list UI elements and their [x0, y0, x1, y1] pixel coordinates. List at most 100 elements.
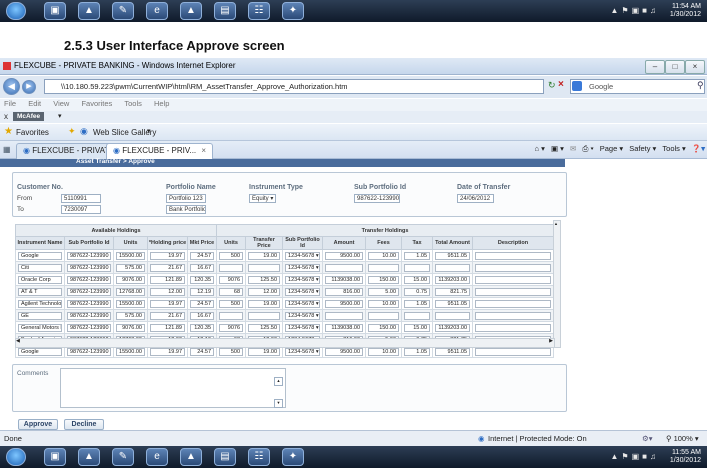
transfer-cell-input[interactable]	[475, 287, 552, 296]
print-dropdown-icon[interactable]: ▾	[590, 144, 593, 153]
transfer-cell-input[interactable]: 68	[219, 287, 244, 296]
transfer-cell-input[interactable]	[219, 263, 244, 272]
chart-app-icon[interactable]: ▲	[78, 2, 100, 20]
document-app-icon[interactable]: ☷	[248, 448, 270, 466]
add-favorite-icon[interactable]: ✦	[68, 126, 76, 137]
transfer-cell-input[interactable]: 19.00	[248, 299, 281, 308]
transfer-cell-input[interactable]: 10.00	[368, 251, 400, 260]
transfer-cell-input[interactable]: 1139038.00	[325, 275, 364, 284]
sub-portfolio-cell-select[interactable]: 1234-5678	[285, 323, 321, 332]
tab-flexcube-2[interactable]: ◉ FLEXCUBE - PRIV... ×	[106, 143, 214, 159]
sub-portfolio-cell-select[interactable]: 1234-5678	[285, 347, 321, 356]
menu-edit[interactable]: Edit	[28, 99, 41, 108]
paint-app-icon[interactable]: ✎	[112, 448, 134, 466]
transfer-cell-input[interactable]: 1139203.00	[435, 323, 471, 332]
transfer-cell-input[interactable]	[475, 311, 552, 320]
customer-to-field[interactable]: 7230097	[61, 205, 101, 214]
sub-portfolio-select[interactable]: 987622-123990	[354, 194, 400, 203]
transfer-cell-input[interactable]: 15.00	[404, 323, 431, 332]
transfer-cell-input[interactable]: 821.75	[435, 287, 471, 296]
favorites-star-icon[interactable]: ★	[4, 126, 13, 137]
paint-app-icon-2[interactable]: ✦	[282, 2, 304, 20]
sub-portfolio-cell-select[interactable]: 1234-5678	[285, 251, 321, 260]
transfer-cell-input[interactable]	[325, 263, 364, 272]
grid-vertical-scrollbar[interactable]: ▲	[553, 220, 561, 348]
transfer-cell-input[interactable]: 9511.05	[435, 299, 471, 308]
explorer-folder-icon[interactable]: ▣	[44, 448, 66, 466]
chart-app-icon-2[interactable]: ▲	[180, 2, 202, 20]
transfer-cell-input[interactable]: 10.00	[368, 299, 400, 308]
forward-icon[interactable]: ▶	[22, 80, 36, 94]
transfer-cell-input[interactable]: 125.50	[248, 323, 281, 332]
safety-menu[interactable]: Safety ▾	[629, 144, 656, 153]
textarea-scroll-down-icon[interactable]: ▼	[274, 399, 283, 408]
search-input[interactable]: Google	[570, 79, 705, 94]
close-window-button[interactable]: ×	[685, 60, 705, 74]
transfer-cell-input[interactable]: 500	[219, 299, 244, 308]
refresh-icon[interactable]: ↻	[548, 80, 556, 91]
scroll-up-icon[interactable]: ▲	[554, 221, 558, 226]
system-tray-icons[interactable]: ▲⚑▣■♫	[611, 6, 659, 15]
security-zone-text[interactable]: Internet | Protected Mode: On	[488, 434, 587, 443]
help-icon[interactable]: ❓▾	[692, 144, 705, 153]
tray-clock[interactable]: 11:55 AM 1/30/2012	[670, 449, 701, 465]
comments-textarea[interactable]: ▲ ▼	[60, 368, 286, 408]
start-orb-icon[interactable]	[6, 2, 26, 20]
mail-icon[interactable]: ✉	[570, 144, 576, 153]
table-row[interactable]: Agilent Technologies 987622-123990 15500.0…	[15, 297, 555, 310]
page-menu[interactable]: Page ▾	[600, 144, 623, 153]
transfer-cell-input[interactable]: 9500.00	[325, 299, 364, 308]
transfer-cell-input[interactable]: 500	[219, 251, 244, 260]
transfer-cell-input[interactable]	[475, 275, 552, 284]
transfer-cell-input[interactable]: 12.00	[248, 287, 281, 296]
menu-tools[interactable]: Tools	[124, 99, 142, 108]
paint-app-icon[interactable]: ✎	[112, 2, 134, 20]
transfer-cell-input[interactable]	[368, 311, 400, 320]
date-of-transfer-field[interactable]: 24/06/2012	[457, 194, 494, 203]
transfer-cell-input[interactable]	[368, 263, 400, 272]
search-icon[interactable]: ⚲	[697, 80, 704, 91]
transfer-cell-input[interactable]	[475, 299, 552, 308]
maximize-button[interactable]: □	[665, 60, 685, 74]
transfer-cell-input[interactable]: 1.05	[404, 251, 431, 260]
transfer-cell-input[interactable]: 9076	[219, 275, 244, 284]
scroll-right-icon[interactable]: ▶	[549, 338, 553, 344]
address-input[interactable]: \\10.180.59.223\pwm\CurrentWIP\html\RM_A…	[44, 79, 544, 94]
feeds-dropdown-icon[interactable]: ▾	[560, 144, 564, 153]
favorites-button[interactable]: Favorites	[16, 128, 49, 137]
transfer-cell-input[interactable]: 816.00	[325, 287, 364, 296]
home-icon[interactable]: ⌂	[534, 144, 539, 153]
transfer-cell-input[interactable]: 9500.00	[325, 251, 364, 260]
back-icon[interactable]: ◀	[3, 78, 20, 95]
transfer-cell-input[interactable]: 9076	[219, 323, 244, 332]
menu-file[interactable]: File	[4, 99, 16, 108]
tray-clock[interactable]: 11:54 AM 1/30/2012	[670, 3, 701, 19]
transfer-cell-input[interactable]: 9511.05	[435, 347, 471, 356]
mcafee-dropdown-icon[interactable]: ▾	[58, 112, 62, 120]
toolbar-close-icon[interactable]: x	[4, 112, 8, 121]
web-slice-dropdown-icon[interactable]: ▾	[147, 127, 151, 135]
transfer-cell-input[interactable]: 500	[219, 347, 244, 356]
portfolio-to-field[interactable]: Bank Portfolio	[166, 205, 206, 214]
transfer-cell-input[interactable]: 10.00	[368, 347, 400, 356]
internet-explorer-icon[interactable]: e	[146, 448, 168, 466]
transfer-cell-input[interactable]	[475, 347, 552, 356]
textarea-scroll-up-icon[interactable]: ▲	[274, 377, 283, 386]
table-row[interactable]: Oracle Corp 987622-123990 9076.00 121.89 120…	[15, 273, 555, 286]
sub-portfolio-cell-select[interactable]: 1234-5678	[285, 299, 321, 308]
transfer-cell-input[interactable]: 1.05	[404, 299, 431, 308]
stop-icon[interactable]: ×	[558, 79, 564, 90]
transfer-cell-input[interactable]: 125.50	[248, 275, 281, 284]
explorer-folder-icon[interactable]: ▣	[44, 2, 66, 20]
transfer-cell-input[interactable]: 15.00	[404, 275, 431, 284]
customer-from-field[interactable]: 5110991	[61, 194, 101, 203]
transfer-cell-input[interactable]: 1.05	[404, 347, 431, 356]
approve-button[interactable]: Approve	[18, 419, 58, 430]
tab-close-icon[interactable]: ×	[201, 146, 206, 155]
folder-icon[interactable]: ▤	[214, 2, 236, 20]
table-row[interactable]: AT & T 987622-123990 12768.00 12.00 12.19 68 1…	[15, 285, 555, 298]
sub-portfolio-cell-select[interactable]: 1234-5678	[285, 275, 321, 284]
chart-app-icon-2[interactable]: ▲	[180, 448, 202, 466]
start-orb-icon[interactable]	[6, 448, 26, 466]
print-icon[interactable]: ⎙	[582, 144, 588, 153]
